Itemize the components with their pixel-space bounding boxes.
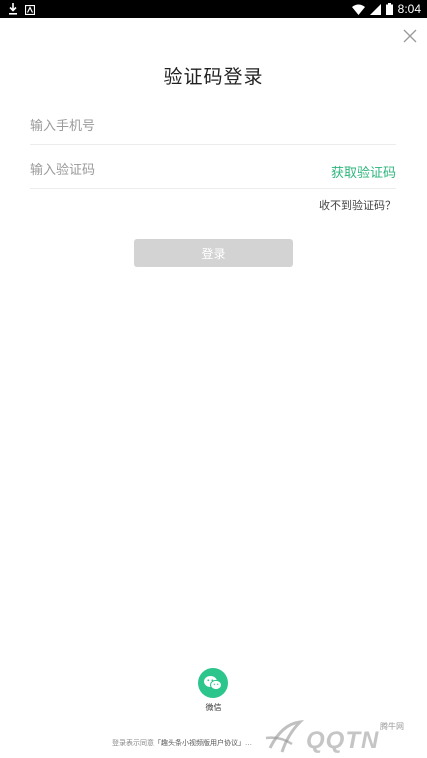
status-left: [8, 0, 36, 19]
close-button[interactable]: [402, 28, 418, 44]
wechat-login-button[interactable]: [198, 668, 228, 698]
wechat-label: 微信: [205, 703, 222, 712]
login-button[interactable]: 登录: [134, 239, 293, 267]
download-icon: [8, 0, 18, 19]
battery-icon: [385, 0, 393, 19]
user-agreement-link[interactable]: 「趣头条小视频版用户协议」: [154, 739, 245, 747]
status-right: 8:04: [351, 0, 421, 19]
agreement-prefix: 登录表示同意: [112, 739, 154, 747]
agreement-suffix: …: [245, 739, 252, 747]
watermark-logo-icon: [265, 720, 305, 753]
get-code-button[interactable]: 获取验证码: [331, 162, 396, 181]
close-icon: [403, 29, 417, 43]
wechat-icon: [204, 676, 222, 691]
watermark-text: QQTN: [306, 727, 380, 754]
watermark-small-text: 腾牛网: [380, 722, 404, 731]
phone-input[interactable]: [30, 109, 396, 144]
page-title: 验证码登录: [163, 66, 264, 88]
status-bar: 8:04: [0, 0, 427, 18]
notification-icon: [24, 0, 36, 19]
signal-icon: [369, 0, 381, 19]
phone-field-container: [30, 109, 396, 145]
no-code-link[interactable]: 收不到验证码？: [319, 197, 396, 213]
watermark: QQTN 腾牛网: [262, 718, 422, 756]
wifi-icon: [351, 0, 365, 19]
code-input[interactable]: [30, 153, 280, 188]
status-time: 8:04: [397, 2, 421, 16]
agreement-text: 登录表示同意「趣头条小视频版用户协议」…: [112, 738, 252, 748]
